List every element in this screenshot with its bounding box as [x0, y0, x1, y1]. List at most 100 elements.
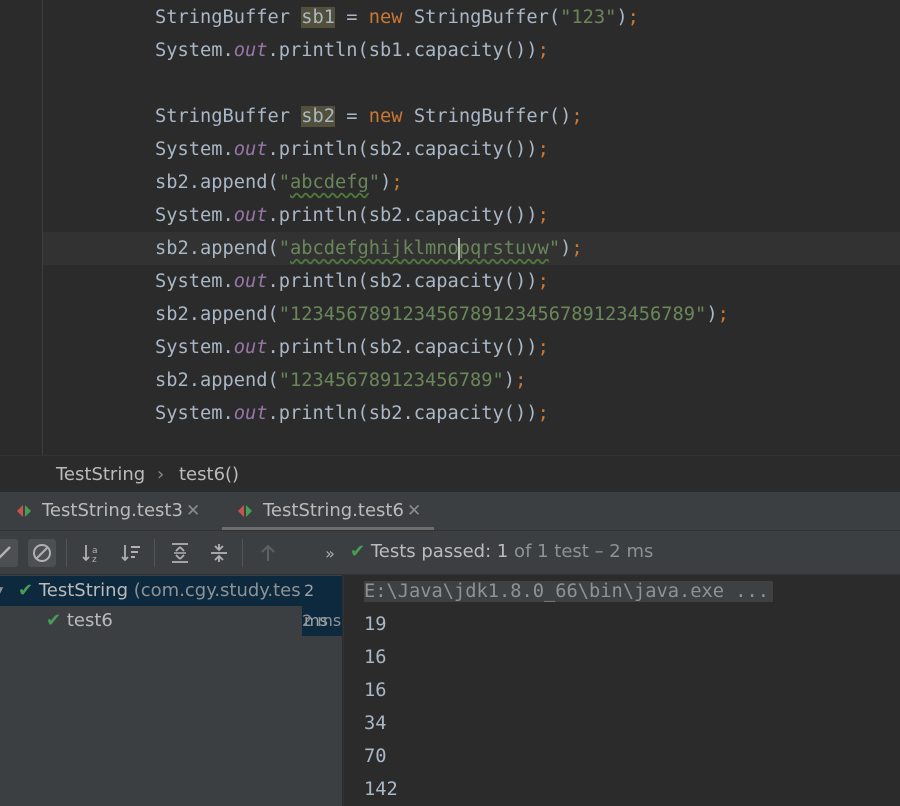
code-token: ) — [560, 238, 572, 259]
code-token: sb2.append( — [155, 370, 279, 391]
console-line: 16 — [364, 680, 387, 701]
console-command: E:\Java\jdk1.8.0_66\bin\java.exe ... — [364, 581, 774, 602]
console-command-line: E:\Java\jdk1.8.0_66\bin\java.exe ... — [364, 575, 774, 608]
semicolon: ; — [537, 139, 549, 160]
tree-node-label: test6 — [66, 610, 113, 631]
highlighted-identifier: sb2 — [301, 106, 336, 127]
sort-duration-icon — [121, 545, 140, 562]
console-line: 142 — [364, 779, 398, 800]
string-literal: "123" — [560, 7, 617, 28]
code-token: System. — [155, 271, 234, 292]
code-token: System. — [155, 403, 234, 424]
semicolon: ; — [537, 403, 549, 424]
semicolon: ; — [391, 172, 403, 193]
code-line-5[interactable]: System.out.println(sb2.capacity()); — [155, 133, 549, 166]
code-line-8[interactable]: sb2.append("abcdefghijklmnopqrstuvw"); — [155, 232, 583, 265]
breadcrumb: TestString › test6() — [0, 455, 900, 493]
collapse-all-icon — [211, 544, 227, 562]
code-token: System. — [155, 139, 234, 160]
string-quote: " — [368, 172, 381, 193]
tree-node-test6[interactable]: ✔ test6 — [46, 606, 113, 636]
test-tree[interactable]: ▼ ✔ TestString (com.cgy.study.tes 2 ms ✔… — [0, 575, 342, 806]
console-line: 70 — [364, 746, 387, 767]
show-passed-button[interactable] — [0, 539, 18, 567]
string-literal-typo: pqrstuvw — [458, 238, 549, 259]
code-line-9[interactable]: System.out.println(sb2.capacity()); — [155, 265, 549, 298]
code-line-6[interactable]: sb2.append("abcdefg"); — [155, 166, 403, 199]
tab-test3[interactable]: TestString.test3 ✕ — [14, 492, 214, 530]
chevron-down-icon[interactable]: ▼ — [0, 576, 3, 606]
tree-node-package: (com.cgy.study.tes — [128, 580, 301, 601]
code-line-10[interactable]: sb2.append("1234567891234567891234567891… — [155, 298, 729, 331]
check-icon — [0, 546, 11, 559]
breadcrumb-method[interactable]: test6() — [179, 464, 239, 485]
tab-label: TestString.test6 — [263, 500, 404, 521]
collapse-all-button[interactable] — [205, 539, 233, 567]
test-runner-toolbar: az » ✔ Tests passed: 1 of 1 test – 2 ms — [0, 531, 900, 575]
code-line-4[interactable]: StringBuffer sb2 = new StringBuffer(); — [155, 100, 583, 133]
check-icon: ✔ — [350, 541, 366, 562]
code-token: .println(sb2.capacity()) — [267, 337, 538, 358]
string-quote: " — [278, 172, 291, 193]
semicolon: ; — [571, 106, 583, 127]
code-token: .println(sb2.capacity()) — [267, 205, 538, 226]
code-editor[interactable]: StringBuffer sb1 = new StringBuffer("123… — [0, 0, 900, 455]
console-line: 19 — [364, 614, 387, 635]
static-field-token: out — [233, 337, 268, 358]
sort-by-duration-button[interactable] — [117, 539, 145, 567]
string-quote: " — [548, 238, 561, 259]
code-token: System. — [155, 337, 234, 358]
tree-node-root[interactable]: ✔ TestString (com.cgy.study.tes — [18, 576, 301, 606]
expand-all-button[interactable] — [166, 539, 194, 567]
tab-test6[interactable]: TestString.test6 ✕ — [235, 492, 435, 530]
code-token: StringBuffer() — [402, 106, 572, 127]
static-field-token: out — [233, 403, 268, 424]
code-line-13[interactable]: System.out.println(sb2.capacity()); — [155, 397, 549, 430]
keyword-token: new — [368, 7, 403, 28]
code-token: sb2.append( — [155, 304, 279, 325]
static-field-token: out — [233, 40, 268, 61]
sort-alphabetically-button[interactable]: az — [78, 539, 106, 567]
code-line-7[interactable]: System.out.println(sb2.capacity()); — [155, 199, 549, 232]
status-count: 1 — [496, 541, 509, 562]
code-token: System. — [155, 40, 234, 61]
check-icon: ✔ — [46, 610, 62, 631]
status-detail: of 1 test – 2 ms — [508, 541, 654, 562]
code-line-1[interactable]: StringBuffer sb1 = new StringBuffer("123… — [155, 1, 639, 34]
highlighted-identifier: sb1 — [301, 7, 336, 28]
code-token: StringBuffer — [155, 7, 302, 28]
gutter-divider — [42, 0, 43, 455]
code-token: ) — [380, 172, 392, 193]
status-text: Tests passed: — [370, 541, 497, 562]
code-line-2[interactable]: System.out.println(sb1.capacity()); — [155, 34, 549, 67]
code-token: ) — [616, 7, 628, 28]
code-token: = — [335, 106, 369, 127]
more-actions-button[interactable]: » — [316, 539, 344, 567]
string-quote: " — [278, 238, 291, 259]
code-token: StringBuffer — [155, 106, 302, 127]
console-output[interactable]: E:\Java\jdk1.8.0_66\bin\java.exe ... 19 … — [343, 575, 900, 806]
semicolon: ; — [537, 40, 549, 61]
close-icon[interactable]: ✕ — [407, 492, 421, 530]
active-tab-indicator — [222, 527, 434, 530]
ignored-icon — [33, 544, 51, 562]
keyword-token: new — [368, 106, 403, 127]
code-line-12[interactable]: sb2.append("123456789123456789"); — [155, 364, 526, 397]
expand-all-icon — [172, 543, 188, 563]
static-field-token: out — [233, 139, 268, 160]
previous-failed-button[interactable] — [254, 539, 282, 567]
junit-config-icon — [238, 505, 252, 517]
close-icon[interactable]: ✕ — [186, 492, 200, 530]
sort-alpha-icon: az — [82, 545, 98, 564]
arrow-up-icon — [261, 544, 275, 561]
show-ignored-button[interactable] — [28, 539, 56, 567]
junit-config-icon — [17, 505, 31, 517]
check-icon: ✔ — [18, 580, 34, 601]
toolbar-separator — [242, 539, 243, 567]
static-field-token: out — [233, 271, 268, 292]
static-field-token: out — [233, 205, 268, 226]
code-token: .println(sb2.capacity()) — [267, 403, 538, 424]
breadcrumb-class[interactable]: TestString — [56, 464, 145, 485]
tree-node-duration: 2 ms — [302, 611, 342, 630]
code-line-11[interactable]: System.out.println(sb2.capacity()); — [155, 331, 549, 364]
